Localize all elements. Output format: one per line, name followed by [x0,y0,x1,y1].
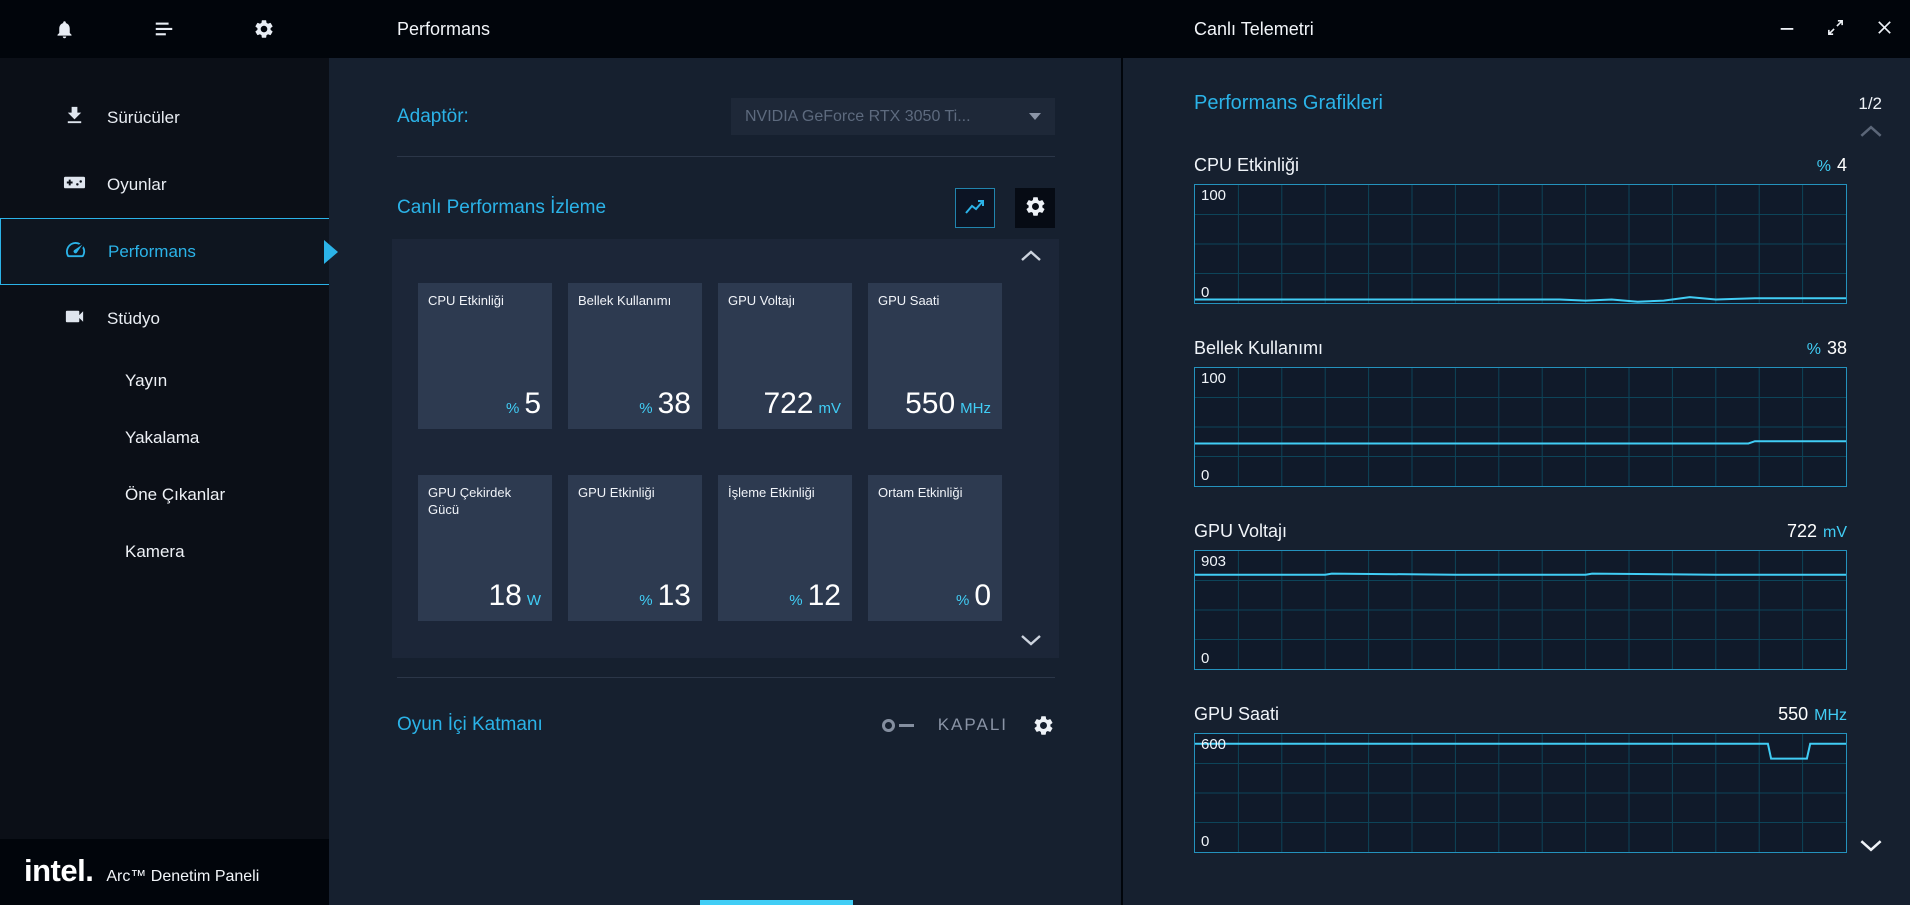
videocam-icon [63,305,86,333]
telemetry-content: Performans Grafikleri 1/2 CPU Etkinliği … [1123,58,1910,905]
tile-media-activity: Ortam Etkinliği % 0 [868,475,1002,621]
active-item-arrow [324,239,338,264]
sidebar-item-performance[interactable]: Performans [0,218,338,285]
overlay-settings-button[interactable] [1032,714,1055,737]
live-monitoring-header: Canlı Performans İzleme [397,186,1055,230]
live-monitoring-title: Canlı Performans İzleme [397,197,607,218]
telemetry-graph-button[interactable] [955,188,995,228]
minimize-button[interactable] [1776,17,1798,42]
close-button[interactable] [1873,16,1896,42]
sidebar-item-studio[interactable]: Stüdyo [0,285,329,352]
in-game-overlay-row: Oyun İçi Katmanı KAPALI [397,703,1055,747]
telemetry-panel-header: Canlı Telemetri [1123,0,1910,58]
tile-cpu-activity: CPU Etkinliği % 5 [418,283,552,429]
menu-icon [153,18,175,40]
download-icon [63,104,86,132]
gamepad-icon [63,171,86,199]
app-name: Arc™ Denetim Paneli [106,868,260,885]
minimize-icon [1778,25,1796,40]
tile-memory-usage: Bellek Kullanımı % 38 [568,283,702,429]
chevron-down-icon [1858,840,1884,856]
horizontal-scrollbar-track [329,900,1121,905]
gear-icon [253,18,275,40]
tile-gpu-voltage: GPU Voltajı 722 mV [718,283,852,429]
sidebar-item-highlights[interactable]: Öne Çıkanlar [0,466,329,523]
cpu-activity-chart-block: CPU Etkinliği % 4 100 0 [1194,150,1847,304]
chevron-down-icon [1019,635,1043,650]
tile-render-activity: İşleme Etkinliği % 12 [718,475,852,621]
tiles-scroll-down-button[interactable] [1017,631,1045,652]
page-indicator: 1/2 [1858,94,1882,113]
overlay-title: Oyun İçi Katmanı [397,714,543,735]
tile-gpu-clock: GPU Saati 550 MHz [868,283,1002,429]
tile-gpu-core-power: GPU Çekirdek Gücü 18 W [418,475,552,621]
line-chart-icon [963,195,987,222]
window-controls [1776,16,1910,42]
overlay-state-label: KAPALI [937,715,1008,734]
metric-tiles-grid: CPU Etkinliği % 5 Bellek Kullanımı % 38 GP… [418,283,1002,621]
panel-title: Canlı Telemetri [1194,18,1314,39]
tiles-scroll-up-button[interactable] [1017,247,1045,268]
adapter-value: NVIDIA GeForce RTX 3050 Ti... [745,107,971,125]
tile-gpu-activity: GPU Etkinliği % 13 [568,475,702,621]
gpu-clock-chart-block: GPU Saati 550 MHz 600 0 [1194,699,1847,853]
gear-icon [1032,714,1055,737]
memory-usage-graph: 100 0 [1194,367,1847,487]
gpu-clock-graph: 600 0 [1194,733,1847,853]
graphs-page-down-button[interactable] [1856,836,1886,858]
close-icon [1875,21,1894,40]
adapter-row: Adaptör: NVIDIA GeForce RTX 3050 Ti... [397,98,1055,135]
sidebar-item-stream[interactable]: Yayın [0,352,329,409]
sidebar-topbar [0,0,329,58]
adapter-label: Adaptör: [397,105,469,127]
graphs-page-up-button[interactable] [1856,122,1886,144]
sidebar-nav: Sürücüler Oyunlar Performans Stüdyo Yayı… [0,84,338,580]
memory-usage-chart-block: Bellek Kullanımı % 38 100 0 [1194,333,1847,487]
horizontal-scrollbar-thumb[interactable] [700,900,853,905]
cpu-activity-graph: 100 0 [1194,184,1847,304]
panel-title: Performans [397,18,491,39]
telemetry-panel: Canlı Telemetri Performans Grafikleri 1/… [1121,0,1910,905]
performance-panel-header: Performans [329,0,1121,58]
sidebar-item-camera[interactable]: Kamera [0,523,329,580]
gpu-voltage-chart-block: GPU Voltajı 722 mV 903 0 [1194,516,1847,670]
overlay-toggle[interactable] [881,718,914,732]
adapter-dropdown[interactable]: NVIDIA GeForce RTX 3050 Ti... [731,98,1055,135]
resize-button[interactable] [1824,16,1847,42]
settings-button[interactable] [253,18,275,40]
gear-icon [1024,195,1047,221]
intel-logo: intel. [24,853,94,888]
divider [397,677,1055,678]
toggle-knob-icon [881,718,895,732]
notifications-button[interactable] [54,19,75,40]
gauge-icon [64,238,87,266]
sidebar-item-games[interactable]: Oyunlar [0,151,329,218]
menu-button[interactable] [153,18,175,40]
metrics-container: CPU Etkinliği % 5 Bellek Kullanımı % 38 GP… [392,239,1059,658]
toggle-track-icon [898,723,914,727]
chevron-down-icon [1029,113,1041,120]
app-brand: intel. Arc™ Denetim Paneli [0,839,329,905]
divider [397,156,1055,157]
arc-control-window: Sürücüler Oyunlar Performans Stüdyo Yayı… [0,0,1910,905]
chevron-up-icon [1858,125,1884,142]
sidebar: Sürücüler Oyunlar Performans Stüdyo Yayı… [0,0,338,905]
bell-icon [54,19,75,40]
chevron-up-icon [1019,250,1043,266]
resize-icon [1826,20,1845,40]
graphs-section-title: Performans Grafikleri [1194,92,1383,114]
sidebar-item-capture[interactable]: Yakalama [0,409,329,466]
performance-panel: Performans Adaptör: NVIDIA GeForce RTX 3… [329,0,1121,905]
sidebar-item-drivers[interactable]: Sürücüler [0,84,329,151]
gpu-voltage-graph: 903 0 [1194,550,1847,670]
monitoring-settings-button[interactable] [1015,188,1055,228]
